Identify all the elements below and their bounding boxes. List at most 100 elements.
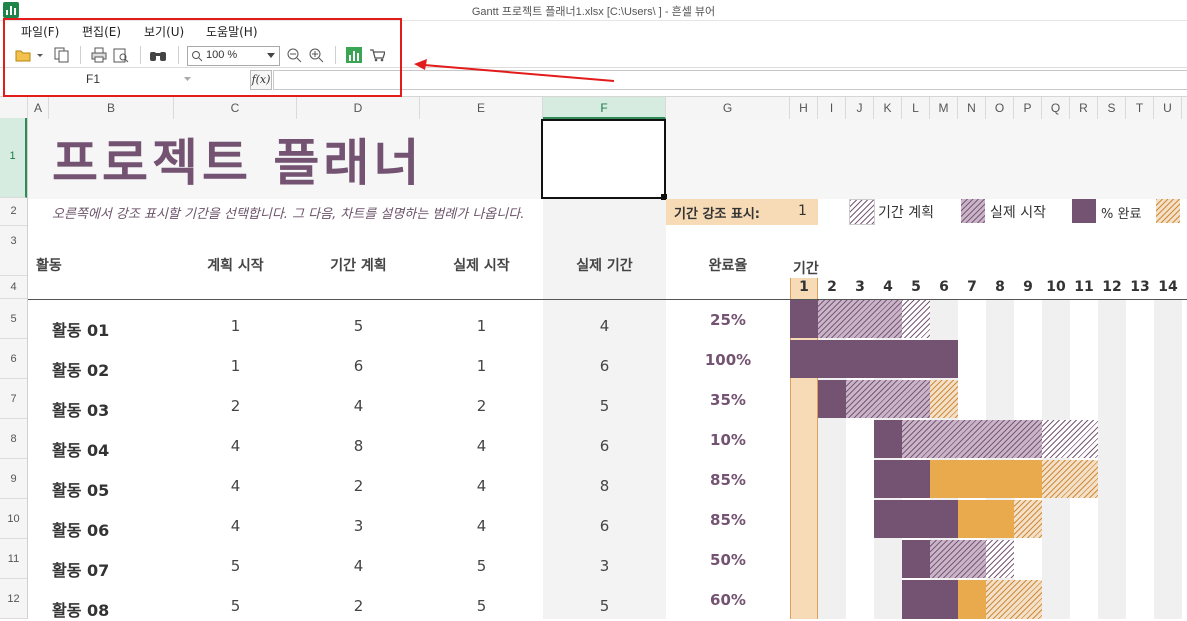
column-header[interactable]: J bbox=[846, 97, 874, 119]
column-header[interactable]: G bbox=[666, 97, 790, 119]
gantt-percent-bar bbox=[790, 340, 958, 378]
selected-cell-f1[interactable] bbox=[541, 119, 666, 199]
plan-duration: 3 bbox=[353, 517, 364, 535]
activity-name: 활동 06 bbox=[52, 521, 110, 540]
column-header[interactable]: Q bbox=[1042, 97, 1070, 119]
column-header[interactable]: U bbox=[1154, 97, 1182, 119]
gantt-percent-bar bbox=[874, 460, 930, 498]
plan-duration: 6 bbox=[353, 357, 364, 375]
plan-duration: 8 bbox=[353, 437, 364, 455]
activity-name: 활동 01 bbox=[52, 321, 110, 340]
percent-complete: 25% bbox=[710, 311, 746, 329]
period-number: 12 bbox=[1102, 279, 1122, 295]
period-number: 7 bbox=[967, 279, 977, 295]
column-header[interactable]: D bbox=[297, 97, 420, 119]
gantt-actual-over-bar bbox=[958, 580, 986, 619]
gantt-actual-bar bbox=[846, 380, 930, 418]
column-header[interactable]: E bbox=[420, 97, 543, 119]
gantt-overrun-bar bbox=[986, 580, 1042, 619]
gantt-percent-bar bbox=[790, 300, 818, 338]
plan-duration: 4 bbox=[353, 397, 364, 415]
actual-duration: 3 bbox=[599, 557, 610, 575]
row-header[interactable]: 2 bbox=[0, 198, 27, 226]
period-value[interactable]: 1 bbox=[798, 203, 807, 219]
column-header[interactable]: S bbox=[1098, 97, 1126, 119]
period-number: 14 bbox=[1158, 279, 1178, 295]
row-header[interactable]: 7 bbox=[0, 379, 27, 419]
legend-pct-swatch bbox=[1072, 199, 1096, 223]
row-header[interactable]: 5 bbox=[0, 299, 27, 339]
percent-complete: 60% bbox=[710, 591, 746, 609]
gantt-column-shade bbox=[1154, 300, 1182, 619]
column-header-selected[interactable]: F bbox=[543, 97, 666, 119]
column-header[interactable]: H bbox=[790, 97, 818, 119]
percent-complete: 85% bbox=[710, 471, 746, 489]
plan-start: 2 bbox=[230, 397, 241, 415]
column-header[interactable]: R bbox=[1070, 97, 1098, 119]
header-percent: 완료율 bbox=[708, 258, 748, 274]
actual-duration: 4 bbox=[599, 317, 610, 335]
column-header[interactable]: C bbox=[174, 97, 297, 119]
row-header[interactable]: 10 bbox=[0, 499, 27, 539]
column-header[interactable]: I bbox=[818, 97, 846, 119]
gantt-column-shade bbox=[1098, 300, 1126, 619]
actual-start: 1 bbox=[476, 357, 487, 375]
sheet-title: 프로젝트 플래너 bbox=[52, 134, 424, 192]
row-header[interactable]: 9 bbox=[0, 459, 27, 499]
row-header[interactable]: 6 bbox=[0, 339, 27, 379]
gantt-actual-over-bar bbox=[930, 460, 1042, 498]
gantt-plan-bar bbox=[902, 300, 930, 338]
percent-complete: 50% bbox=[710, 551, 746, 569]
annotation-highlight-box bbox=[3, 18, 402, 97]
column-header[interactable]: O bbox=[986, 97, 1014, 119]
column-header[interactable]: T bbox=[1126, 97, 1154, 119]
plan-duration: 5 bbox=[353, 317, 364, 335]
column-header[interactable]: A bbox=[28, 97, 49, 119]
gantt-actual-bar bbox=[818, 300, 902, 338]
column-header[interactable]: B bbox=[49, 97, 174, 119]
plan-start: 5 bbox=[230, 597, 241, 615]
activity-name: 활동 08 bbox=[52, 601, 110, 620]
period-number: 8 bbox=[995, 279, 1005, 295]
column-header[interactable]: K bbox=[874, 97, 902, 119]
column-header[interactable]: M bbox=[930, 97, 958, 119]
actual-start: 4 bbox=[476, 477, 487, 495]
gantt-actual-over-bar bbox=[958, 500, 1014, 538]
select-all-corner[interactable] bbox=[0, 97, 28, 119]
column-header[interactable]: L bbox=[902, 97, 930, 119]
period-number: 4 bbox=[883, 279, 893, 295]
row-header[interactable]: 3 bbox=[0, 226, 27, 276]
plan-duration: 2 bbox=[353, 597, 364, 615]
gantt-overrun-bar bbox=[1014, 500, 1042, 538]
plan-start: 4 bbox=[230, 477, 241, 495]
row-header-bar: 1 2 3 4 5 6 7 8 9 10 11 12 bbox=[0, 118, 28, 619]
period-number: 1 bbox=[799, 279, 809, 295]
plan-start: 1 bbox=[230, 317, 241, 335]
column-header[interactable]: N bbox=[958, 97, 986, 119]
row-header-selected[interactable]: 1 bbox=[0, 118, 27, 198]
header-period: 기간 bbox=[793, 261, 819, 277]
legend-over-swatch bbox=[1156, 199, 1180, 223]
gantt-plan-bar bbox=[1042, 420, 1098, 458]
actual-start: 2 bbox=[476, 397, 487, 415]
annotation-arrow bbox=[414, 59, 615, 82]
gantt-percent-bar bbox=[818, 380, 846, 418]
activity-name: 활동 07 bbox=[52, 561, 110, 580]
gantt-percent-bar bbox=[874, 500, 958, 538]
row-header[interactable]: 11 bbox=[0, 539, 27, 579]
activity-name: 활동 04 bbox=[52, 441, 110, 460]
row-header[interactable]: 8 bbox=[0, 419, 27, 459]
row-header[interactable]: 4 bbox=[0, 276, 27, 299]
plan-start: 4 bbox=[230, 437, 241, 455]
plan-start: 4 bbox=[230, 517, 241, 535]
column-header[interactable]: P bbox=[1014, 97, 1042, 119]
gantt-percent-bar bbox=[902, 580, 958, 619]
worksheet[interactable]: 프로젝트 플래너 오른쪽에서 강조 표시할 기간을 선택합니다. 그 다음, 차… bbox=[28, 119, 1187, 620]
column-header-bar: A B C D E F G H I J K L M N O P Q R S T … bbox=[0, 96, 1187, 120]
window-title: Gantt 프로젝트 플래너1.xlsx [C:\Users\ ] - 흔셀 뷰… bbox=[471, 6, 716, 18]
actual-duration: 8 bbox=[599, 477, 610, 495]
row-header[interactable]: 12 bbox=[0, 579, 27, 619]
actual-duration: 6 bbox=[599, 357, 610, 375]
activity-name: 활동 03 bbox=[52, 401, 110, 420]
period-number: 6 bbox=[939, 279, 949, 295]
